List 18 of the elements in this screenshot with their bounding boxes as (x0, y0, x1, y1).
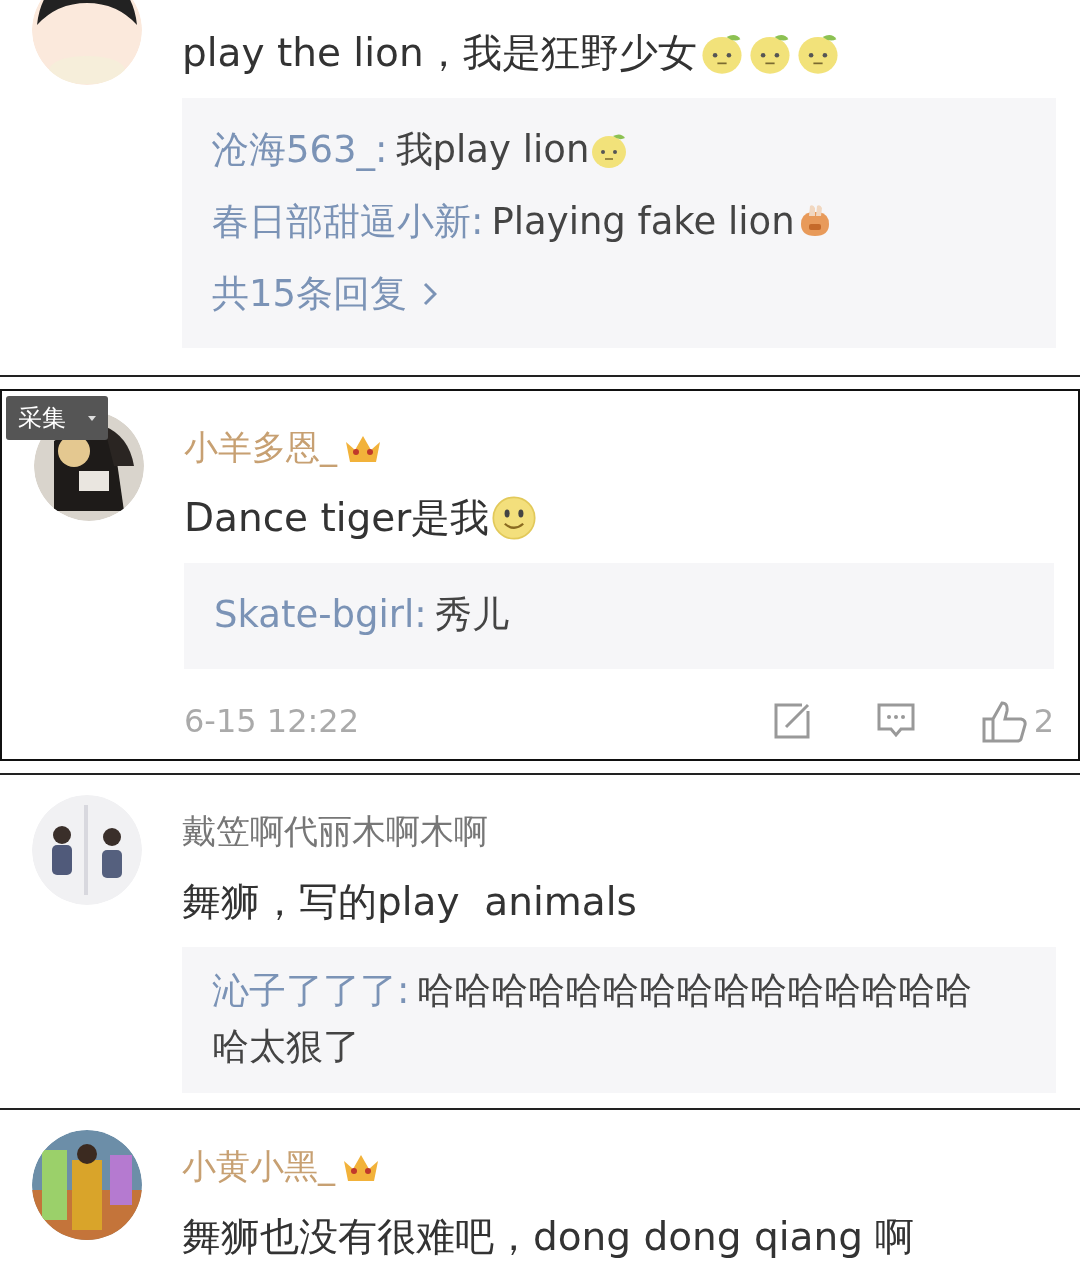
chevron-icon (423, 282, 438, 306)
comment-text: 舞狮也没有很难吧，dong dong qiang 啊 (182, 1213, 915, 1261)
comment-text: play the lion，我是狂野少女 (182, 29, 697, 77)
reply-text: Skate-bgirl: 秀儿 (214, 592, 509, 638)
collect-button[interactable]: 采集 (6, 396, 108, 440)
user-name[interactable]: 戴笠啊代丽木啊木啊 (182, 809, 488, 855)
user-name[interactable]: 小羊多恩_ (184, 425, 337, 471)
caret-icon (88, 415, 96, 421)
like-count: 2 (1033, 702, 1054, 740)
reply-text: 春日部甜逼小新: Playing fake lion (212, 199, 795, 245)
reply-text: 沁子了了了: 哈哈哈哈哈哈哈哈哈哈哈哈哈哈哈哈太狠了 (212, 968, 974, 1070)
reply-text: 沧海563_: 我play lion (212, 127, 590, 173)
more-replies-link[interactable]: 共15条回复 (212, 269, 408, 319)
user-name[interactable]: 小黄小黑_ (182, 1144, 335, 1190)
comment-text: 舞狮，写的play animals (182, 878, 637, 926)
emoji-icon (491, 495, 538, 541)
comment-text: Dance tiger是我 (184, 494, 490, 542)
timestamp: 6-15 12:22 (184, 702, 360, 740)
